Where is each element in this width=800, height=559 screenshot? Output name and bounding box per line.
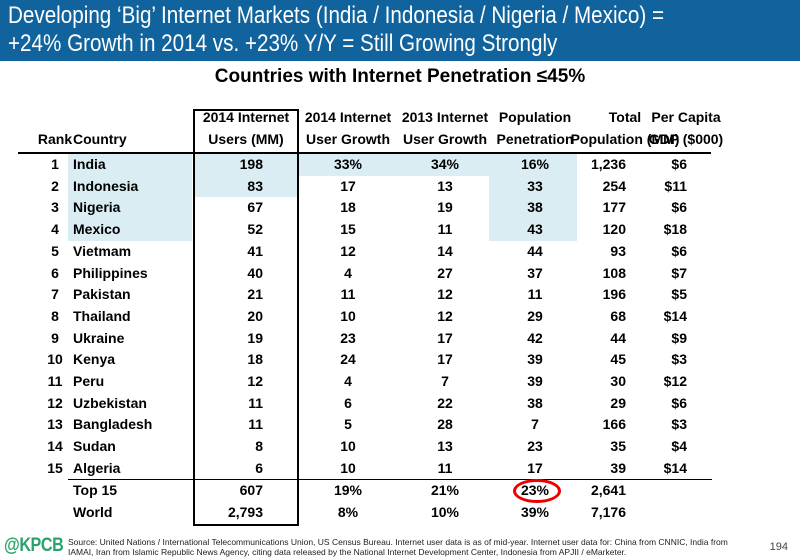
cell-penetration: 16% <box>520 156 550 172</box>
total-country: Top 15 <box>73 482 118 498</box>
cell-penetration: 37 <box>527 264 543 281</box>
cell-gdp: $7 <box>671 264 687 281</box>
cell-gdp: $3 <box>671 416 687 433</box>
cell-country: Bangladesh <box>73 416 153 433</box>
cell-country: Nigeria <box>73 199 121 216</box>
page-number: 194 <box>769 541 788 553</box>
cell-users: 83 <box>247 177 263 194</box>
cell-country: Mexico <box>73 221 121 238</box>
cell-penetration: 29 <box>527 307 543 324</box>
header-country-line2: Country <box>73 131 127 147</box>
cell-gdp: $3 <box>671 351 687 368</box>
cell-country: Pakistan <box>73 286 131 303</box>
cell-country: Indonesia <box>73 177 139 194</box>
cell-users: 19 <box>247 329 263 346</box>
cell-users: 11 <box>248 394 263 411</box>
total-population: 2,641 <box>590 482 626 498</box>
cell-users: 41 <box>247 242 263 259</box>
cell-penetration: 17 <box>527 459 543 476</box>
cell-population: 29 <box>610 394 626 411</box>
cell-gdp: $5 <box>671 286 687 303</box>
cell-country: Kenya <box>73 351 116 368</box>
total-users: 607 <box>239 482 263 498</box>
cell-population: 44 <box>610 329 626 346</box>
cell-penetration: 38 <box>527 394 543 411</box>
cell-population: 30 <box>610 373 626 389</box>
cell-country: Philippines <box>73 264 148 281</box>
cell-rank: 1 <box>51 156 59 172</box>
cell-country: Sudan <box>73 438 116 455</box>
total-users: 2,793 <box>227 504 263 520</box>
cell-country: Peru <box>73 373 105 389</box>
cell-population: 108 <box>602 264 626 281</box>
cell-country: India <box>73 156 106 172</box>
cell-gdp: $14 <box>663 459 687 476</box>
cell-population: 196 <box>602 286 626 303</box>
cell-population: 177 <box>602 199 626 216</box>
cell-population: 166 <box>602 416 626 433</box>
total-penetration: 39% <box>520 504 550 520</box>
cell-penetration: 7 <box>531 416 539 433</box>
cell-gdp: $6 <box>671 199 687 216</box>
title-banner: Developing ‘Big’ Internet Markets (India… <box>0 0 800 61</box>
total-country: World <box>73 504 113 520</box>
cell-users: 8 <box>255 438 263 455</box>
cell-users: 52 <box>247 221 263 238</box>
cell-population: 120 <box>602 221 626 238</box>
cell-penetration: 11 <box>527 286 543 303</box>
cell-users: 6 <box>255 459 263 476</box>
cell-gdp: $14 <box>663 307 687 324</box>
cell-penetration: 38 <box>527 199 543 216</box>
kpcb-logo: @KPCB <box>4 535 64 556</box>
cell-users: 20 <box>247 307 263 324</box>
cell-users: 18 <box>247 351 263 368</box>
header-gdp-line1: Per Capita <box>651 109 721 125</box>
source-note: Source: United Nations / International T… <box>68 537 728 557</box>
cell-rank: 11 <box>47 373 63 389</box>
cell-penetration: 39 <box>527 373 543 389</box>
cell-users: 11 <box>248 416 263 433</box>
cell-country: Vietmam <box>73 242 132 259</box>
cell-population: 93 <box>610 242 626 259</box>
title-line-2: +24% Growth in 2014 vs. +23% Y/Y = Still… <box>8 30 558 57</box>
cell-users: 198 <box>239 156 263 172</box>
cell-users: 67 <box>247 199 263 216</box>
cell-users: 21 <box>247 286 263 303</box>
cell-penetration: 44 <box>527 242 543 259</box>
cell-population: 68 <box>610 307 626 324</box>
header-gdp-line2: GDP ($000) <box>648 131 724 147</box>
cell-country: Ukraine <box>73 329 125 346</box>
cell-population: 35 <box>610 438 626 455</box>
cell-gdp: $6 <box>671 242 687 259</box>
table-title: Countries with Internet Penetration ≤45% <box>214 66 586 87</box>
cell-penetration: 39 <box>527 351 543 368</box>
cell-country: Uzbekistan <box>73 394 147 411</box>
cell-gdp: $11 <box>664 177 687 194</box>
cell-penetration: 43 <box>527 221 543 238</box>
cell-gdp: $6 <box>671 156 687 172</box>
cell-population: 45 <box>610 351 626 368</box>
cell-gdp: $6 <box>671 394 687 411</box>
title-line-1: Developing ‘Big’ Internet Markets (India… <box>8 2 665 29</box>
cell-population: 254 <box>602 177 626 194</box>
cell-population: 39 <box>610 459 626 476</box>
cell-users: 12 <box>247 373 263 389</box>
cell-population: 1,236 <box>590 156 626 172</box>
cell-gdp: $9 <box>671 329 687 346</box>
total-population: 7,176 <box>590 504 626 520</box>
cell-users: 40 <box>247 264 263 281</box>
cell-gdp: $12 <box>663 373 687 389</box>
cell-penetration: 42 <box>527 329 543 346</box>
cell-country: Algeria <box>73 459 121 476</box>
cell-gdp: $18 <box>663 221 687 238</box>
cell-penetration: 23 <box>527 438 543 455</box>
cell-country: Thailand <box>73 307 131 324</box>
circled-highlight <box>513 479 561 503</box>
cell-penetration: 33 <box>527 177 543 194</box>
cell-gdp: $4 <box>671 438 687 455</box>
